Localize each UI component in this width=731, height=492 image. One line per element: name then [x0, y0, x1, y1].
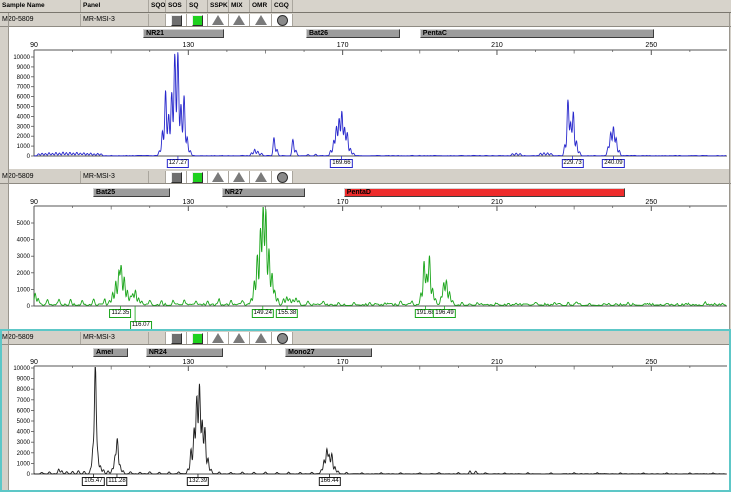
panel-name-cell[interactable]: MR-MSI-3: [81, 14, 149, 26]
sqo-flag-cell: [149, 332, 166, 344]
peak-size-label[interactable]: 240.09: [602, 159, 624, 168]
sspk-flag-icon: [212, 172, 224, 182]
mix-flag-icon: [233, 172, 245, 182]
sq-flag-cell[interactable]: [187, 14, 208, 26]
cgq-flag-cell[interactable]: [272, 171, 293, 183]
mix-flag-icon: [233, 333, 245, 343]
result-row[interactable]: M20-5809MR-MSI-3: [0, 332, 731, 345]
sspk-flag-icon: [212, 333, 224, 343]
omr-flag-cell[interactable]: [250, 14, 272, 26]
peak-size-label[interactable]: 229.73: [561, 159, 583, 168]
marker-bat26: Bat26: [306, 29, 400, 38]
peak-size-label[interactable]: 116.07: [130, 321, 152, 330]
sq-flag-cell[interactable]: [187, 171, 208, 183]
sos-flag-icon: [171, 172, 182, 183]
mix-flag-icon: [233, 15, 245, 25]
marker-mono27: Mono27: [285, 348, 372, 357]
sample-name-cell[interactable]: M20-5809: [0, 14, 81, 26]
peak-size-label[interactable]: 169.66: [330, 159, 352, 168]
sos-flag-cell[interactable]: [166, 14, 187, 26]
sq-flag-cell[interactable]: [187, 332, 208, 344]
plot-background: [9, 184, 729, 329]
sos-flag-icon: [171, 333, 182, 344]
marker-bat25: Bat25: [93, 188, 170, 197]
omr-flag-cell[interactable]: [250, 332, 272, 344]
peak-size-label[interactable]: 127.27: [167, 159, 189, 168]
marker-pentad: PentaD: [344, 188, 626, 197]
sqo-flag-cell: [149, 14, 166, 26]
cgq-flag-cell[interactable]: [272, 332, 293, 344]
sample-name-cell[interactable]: M20-5809: [0, 171, 81, 183]
sq-flag-icon: [192, 172, 203, 183]
peak-size-label[interactable]: 105.47: [82, 477, 104, 486]
marker-nr21: NR21: [143, 29, 224, 38]
cgq-flag-icon: [277, 172, 288, 183]
sspk-flag-cell[interactable]: [208, 14, 229, 26]
omr-flag-cell[interactable]: [250, 171, 272, 183]
cgq-flag-icon: [277, 333, 288, 344]
header-cell-sq[interactable]: SQ: [187, 0, 208, 12]
omr-flag-icon: [255, 15, 267, 25]
sspk-flag-cell[interactable]: [208, 171, 229, 183]
sq-flag-icon: [192, 15, 203, 26]
omr-flag-icon: [255, 172, 267, 182]
cgq-flag-icon: [277, 15, 288, 26]
result-row[interactable]: M20-5809MR-MSI-3: [0, 171, 731, 184]
sqo-flag-cell: [149, 171, 166, 183]
panel-frame-left: [8, 13, 9, 492]
sos-flag-cell[interactable]: [166, 332, 187, 344]
header-cell-omr[interactable]: OMR: [250, 0, 272, 12]
peak-size-label[interactable]: 112.35: [109, 309, 131, 318]
header-cell-sos[interactable]: SOS: [166, 0, 187, 12]
header-cell-cgq[interactable]: CGQ: [272, 0, 293, 12]
peak-size-label[interactable]: 166.44: [318, 477, 340, 486]
panel-name-cell[interactable]: MR-MSI-3: [81, 171, 149, 183]
sq-flag-icon: [192, 333, 203, 344]
sos-flag-cell[interactable]: [166, 171, 187, 183]
table-header: Sample NamePanelSQOSOSSQSSPKMIXOMRCGQ: [0, 0, 731, 13]
marker-pentac: PentaC: [420, 29, 655, 38]
peak-size-label[interactable]: 155.38: [276, 309, 298, 318]
panel-frame-right: [729, 13, 730, 492]
marker-nr27: NR27: [222, 188, 305, 197]
sos-flag-icon: [171, 15, 182, 26]
plot-background: [9, 27, 729, 169]
peak-size-label[interactable]: 149.24: [252, 309, 274, 318]
mix-flag-cell[interactable]: [229, 171, 250, 183]
header-cell-mix[interactable]: MIX: [229, 0, 250, 12]
panel-name-cell[interactable]: MR-MSI-3: [81, 332, 149, 344]
fragment-analysis-window: 9013017021025001000200030004000500060007…: [0, 0, 731, 492]
header-cell-sample-name[interactable]: Sample Name: [0, 0, 81, 12]
cgq-flag-cell[interactable]: [272, 14, 293, 26]
result-row[interactable]: M20-5809MR-MSI-3: [0, 14, 731, 27]
mix-flag-cell[interactable]: [229, 332, 250, 344]
peak-size-label[interactable]: 132.39: [187, 477, 209, 486]
sspk-flag-cell[interactable]: [208, 332, 229, 344]
peak-size-label[interactable]: 196.49: [433, 309, 455, 318]
header-cell-panel[interactable]: Panel: [81, 0, 149, 12]
peak-size-label[interactable]: 111.28: [106, 477, 127, 486]
sample-name-cell[interactable]: M20-5809: [0, 332, 81, 344]
sspk-flag-icon: [212, 15, 224, 25]
marker-nr24: NR24: [146, 348, 223, 357]
header-cell-sspk[interactable]: SSPK: [208, 0, 229, 12]
omr-flag-icon: [255, 333, 267, 343]
header-cell-sqo[interactable]: SQO: [149, 0, 166, 12]
mix-flag-cell[interactable]: [229, 14, 250, 26]
plot-background: [9, 345, 729, 492]
marker-amel: Amel: [93, 348, 128, 357]
